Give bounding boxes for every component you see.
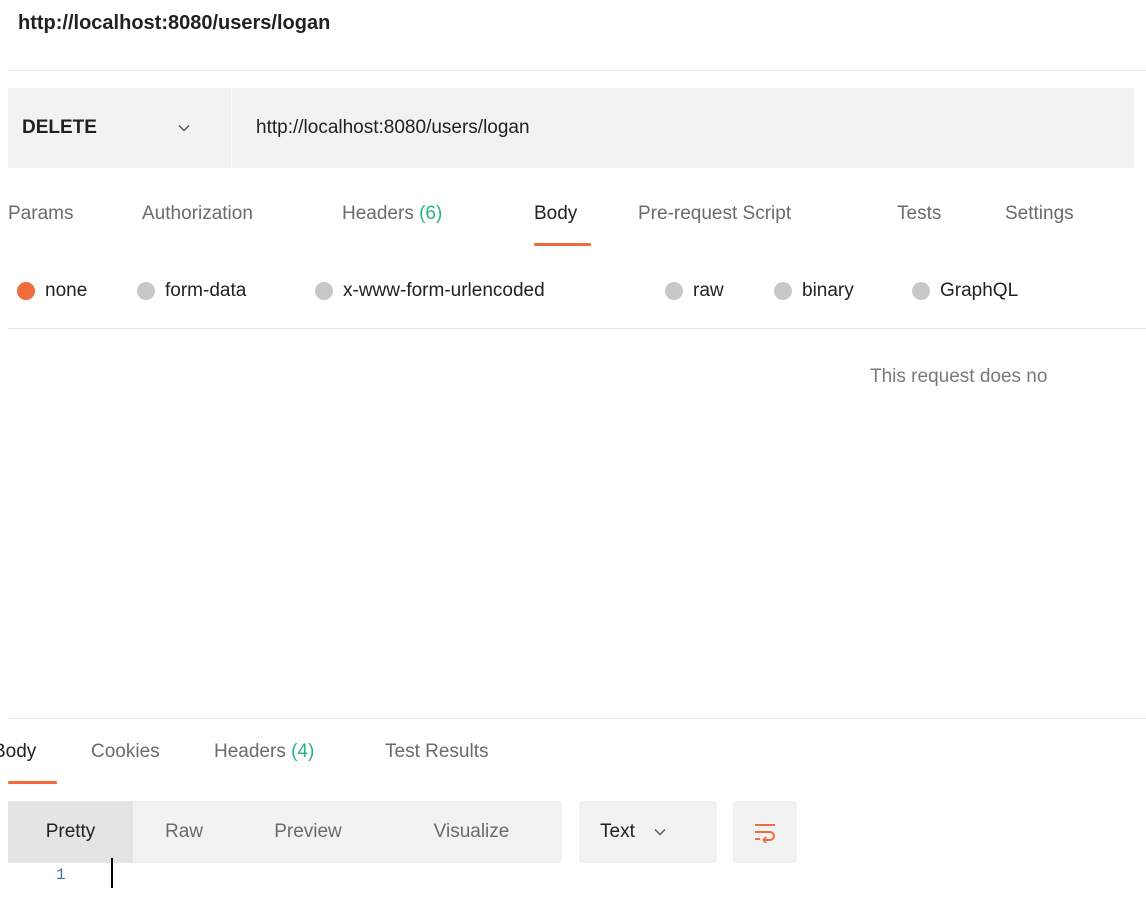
- language-select[interactable]: Text: [579, 801, 717, 863]
- chevron-down-icon: [654, 829, 666, 836]
- title-divider: [8, 70, 1146, 71]
- radio-label: form-data: [165, 280, 247, 301]
- format-visualize-button[interactable]: Visualize: [381, 801, 562, 863]
- request-title: http://localhost:8080/users/logan: [18, 12, 331, 34]
- url-input[interactable]: [232, 87, 1134, 169]
- body-empty-message: This request does no: [870, 366, 1048, 387]
- method-label: DELETE: [22, 117, 97, 138]
- response-tab-body[interactable]: Body: [0, 741, 36, 763]
- chevron-down-icon: [178, 125, 190, 132]
- response-divider: [8, 718, 1146, 719]
- radio-unselected-icon: [774, 282, 792, 300]
- radio-label: none: [45, 280, 88, 301]
- radio-label: x-www-form-urlencoded: [343, 280, 545, 301]
- method-select[interactable]: DELETE: [8, 88, 232, 168]
- tab-authorization[interactable]: Authorization: [142, 203, 253, 225]
- radio-unselected-icon: [665, 282, 683, 300]
- tab-body[interactable]: Body: [534, 203, 577, 225]
- tab-tests[interactable]: Tests: [897, 203, 941, 225]
- tab-params[interactable]: Params: [8, 203, 73, 225]
- language-label: Text: [600, 821, 635, 842]
- radio-unselected-icon: [315, 282, 333, 300]
- body-type-divider: [8, 328, 1146, 329]
- tab-headers-count: (6): [419, 203, 443, 224]
- radio-none[interactable]: none: [17, 280, 87, 302]
- radio-unselected-icon: [137, 282, 155, 300]
- tab-headers-label: Headers: [342, 203, 414, 224]
- response-tab-cookies[interactable]: Cookies: [91, 741, 160, 763]
- response-tab-headers[interactable]: Headers (4): [214, 741, 314, 763]
- line-number: 1: [56, 866, 66, 884]
- response-active-tab-indicator: [8, 781, 57, 784]
- url-bar: DELETE: [8, 87, 1134, 169]
- radio-label: raw: [693, 280, 724, 301]
- radio-form-data[interactable]: form-data: [137, 280, 246, 302]
- radio-unselected-icon: [912, 282, 930, 300]
- tab-settings[interactable]: Settings: [1005, 203, 1074, 225]
- radio-label: GraphQL: [940, 280, 1019, 301]
- wrap-lines-button[interactable]: [733, 801, 797, 863]
- radio-graphql[interactable]: GraphQL: [912, 280, 1018, 302]
- radio-raw[interactable]: raw: [665, 280, 724, 302]
- tab-headers[interactable]: Headers (6): [342, 203, 442, 225]
- response-tab-test-results[interactable]: Test Results: [385, 741, 488, 763]
- tab-pre-request-script[interactable]: Pre-request Script: [638, 203, 791, 225]
- radio-label: binary: [802, 280, 854, 301]
- format-raw-button[interactable]: Raw: [133, 801, 235, 863]
- wrap-lines-icon: [755, 824, 775, 843]
- format-pretty-button[interactable]: Pretty: [8, 801, 133, 863]
- format-preview-button[interactable]: Preview: [235, 801, 381, 863]
- response-tab-headers-count: (4): [291, 741, 315, 762]
- radio-x-www-form-urlencoded[interactable]: x-www-form-urlencoded: [315, 280, 545, 302]
- response-format-group: Pretty Raw Preview Visualize: [8, 801, 562, 863]
- radio-selected-icon: [17, 282, 35, 300]
- response-tab-headers-label: Headers: [214, 741, 286, 762]
- active-tab-indicator: [534, 243, 591, 246]
- radio-binary[interactable]: binary: [774, 280, 854, 302]
- text-cursor: [111, 858, 113, 888]
